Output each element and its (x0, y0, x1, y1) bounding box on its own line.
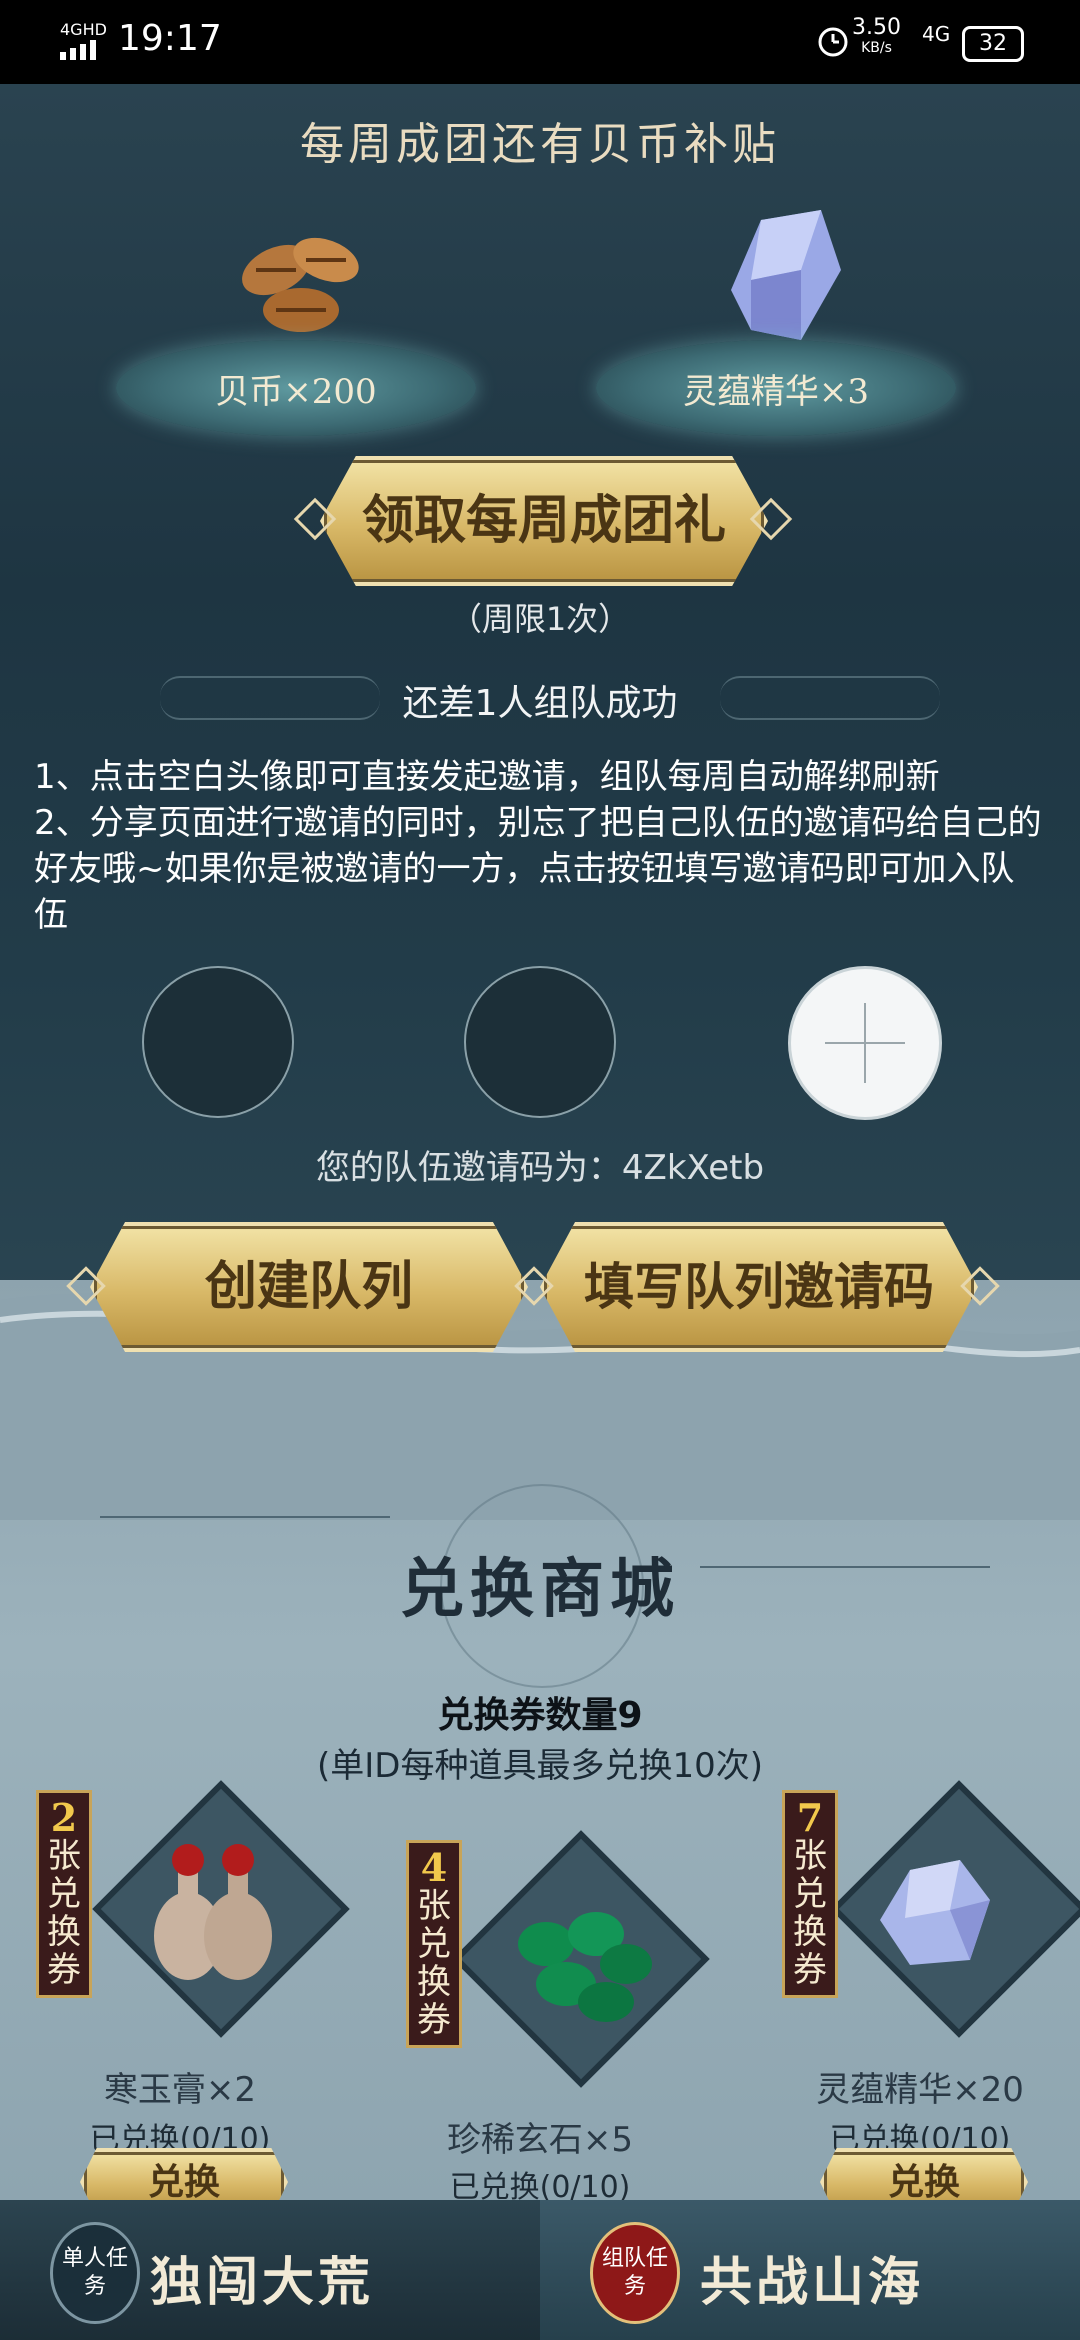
cost-text: 张兑换券 (47, 1836, 81, 1990)
redeem-limit-note: (单ID每种道具最多兑换10次) (316, 1746, 763, 1786)
reward-label-crystal: 灵蕴精华×3 (682, 372, 870, 412)
invite-code: 4ZkXetb (621, 1148, 765, 1188)
claim-limit-note: （周限1次） (449, 600, 631, 638)
status-bar: 4GHD 19:17 3.50 KB/s 4G 32 (0, 0, 1080, 84)
speed-value: 3.50 (852, 15, 901, 40)
tab-solo-label: 独闯大荒 (150, 2252, 375, 2313)
reward-item-coins: 贝币×200 (116, 200, 476, 440)
reward-item-crystal: 灵蕴精华×3 (596, 200, 956, 440)
invite-avatar-button[interactable] (788, 966, 942, 1120)
product-name: 寒玉膏×2 (103, 2070, 257, 2110)
cost-number: 2 (50, 1795, 78, 1840)
cost-tag: 7 张兑换券 (782, 1790, 838, 1998)
crystal-icon (880, 1860, 990, 1965)
fill-invite-code-button[interactable]: 填写队列邀请码 (540, 1222, 978, 1352)
tab-team[interactable]: 组队任务 共战山海 (540, 2200, 1080, 2340)
reward-title: 每周成团还有贝币补贴 (300, 119, 780, 170)
signal-4g: 4G (922, 22, 951, 46)
team-status: 还差1人组队成功 (402, 683, 678, 724)
product-card-1: 2 张兑换券 寒玉膏×2 已兑换(0/10) 兑换 (30, 1780, 350, 2216)
create-team-button[interactable]: 创建队列 (90, 1222, 528, 1352)
plus-icon-v (864, 1003, 866, 1083)
cost-tag: 4 张兑换券 (406, 1840, 462, 2048)
solo-task-badge: 单人任务 (50, 2222, 140, 2324)
product-name: 灵蕴精华×20 (816, 2070, 1024, 2110)
speed-unit: KB/s (861, 40, 892, 56)
invite-code-label: 您的队伍邀请码为： (315, 1148, 622, 1188)
shell-coin-icon (242, 237, 359, 332)
cost-tag: 2 张兑换券 (36, 1790, 92, 1998)
battery-icon: 32 (962, 26, 1024, 62)
invite-code-line: 您的队伍邀请码为：4ZkXetb (0, 1140, 1080, 1189)
product-card-2: 4 张兑换券 珍稀玄石×5 已兑换(0/10) (390, 1830, 710, 2205)
cost-text: 张兑换券 (793, 1836, 827, 1990)
product-card-3: 7 张兑换券 灵蕴精华×20 已兑换(0/10) 兑换 (770, 1780, 1080, 2216)
cost-number: 7 (796, 1795, 824, 1840)
cost-text: 张兑换券 (417, 1886, 451, 2040)
team-avatar-slot-2[interactable] (464, 966, 616, 1118)
product-name: 珍稀玄石×5 (446, 2120, 634, 2160)
speed-indicator: 3.50 KB/s (852, 15, 901, 58)
crystal-icon (731, 210, 841, 340)
signal-icon (60, 40, 100, 64)
clock: 19:17 (118, 18, 222, 59)
team-task-badge: 组队任务 (590, 2222, 680, 2324)
shop-title-line-left (100, 1516, 390, 1518)
alarm-icon (816, 24, 850, 62)
shop-title: 兑换商城 (400, 1552, 680, 1627)
voucher-count: 兑换券数量9 (437, 1695, 643, 1736)
rule-2: 2、分享页面进行邀请的同时，别忘了把自己队伍的邀请码给自己的好友哦~如果你是被邀… (34, 803, 1042, 935)
claim-weekly-gift-button[interactable]: 领取每周成团礼 (320, 456, 768, 586)
rules-text: 1、点击空白头像即可直接发起邀请，组队每周自动解绑刷新 2、分享页面进行邀请的同… (34, 754, 1044, 938)
vase-icon (154, 1844, 272, 1980)
network-indicator: 4GHD (60, 20, 107, 39)
rule-1: 1、点击空白头像即可直接发起邀请，组队每周自动解绑刷新 (34, 757, 940, 797)
cost-number: 4 (420, 1845, 448, 1890)
reward-label-coins: 贝币×200 (215, 372, 377, 412)
tab-team-label: 共战山海 (700, 2252, 925, 2313)
team-avatar-slot-1[interactable] (142, 966, 294, 1118)
tab-solo[interactable]: 单人任务 独闯大荒 (0, 2200, 540, 2340)
green-stone-icon (518, 1912, 652, 2022)
